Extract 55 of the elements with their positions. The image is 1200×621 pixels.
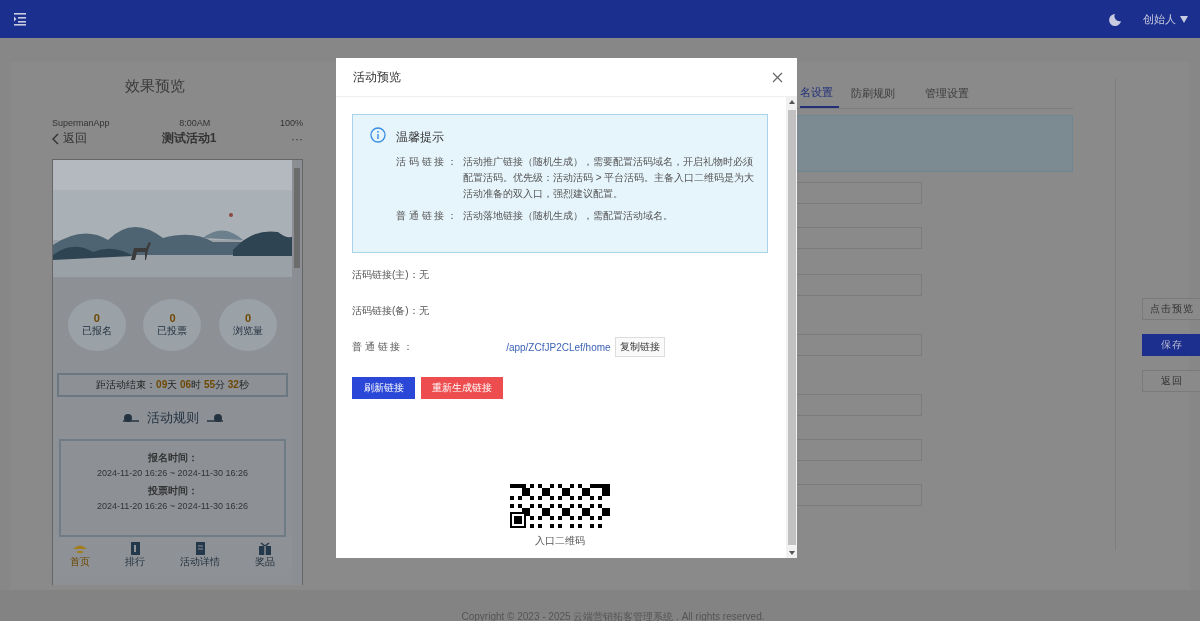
link-status: 活码链接(备)：无: [352, 304, 429, 318]
close-button[interactable]: [772, 71, 783, 83]
battery-label: 100%: [279, 118, 303, 128]
refresh-button[interactable]: 刷新链接: [352, 377, 415, 399]
stat-value: 0: [169, 312, 176, 324]
rule-heading: 投票时间：: [147, 484, 198, 498]
page-title: 测试活动1: [161, 130, 217, 147]
tab-item[interactable]: 排行: [125, 542, 146, 569]
settings-tab[interactable]: 防刷规则: [851, 82, 910, 108]
regenerate-button[interactable]: 重新生成链接: [421, 377, 503, 399]
notice-label: 活 码 链 接 ：: [396, 155, 459, 169]
carrier-label: SupermanApp: [52, 118, 110, 128]
user-name[interactable]: 创始人: [1143, 11, 1176, 27]
gift-icon: [256, 542, 273, 555]
tab-item[interactable]: 活动详情: [179, 542, 220, 569]
action-button[interactable]: 返回: [1142, 370, 1200, 392]
notice-text: 活动落地链接（随机生成），需配置活动域名。: [463, 209, 673, 223]
settings-tab[interactable]: 管理设置: [925, 82, 984, 108]
countdown-text: 距活动结束：09天 06时 55分 32秒: [96, 379, 249, 390]
menu-icon[interactable]: [14, 12, 26, 26]
link-status: 活码链接(主)：无: [352, 268, 429, 282]
close-icon: [772, 71, 783, 83]
link-label: 普 通 链 接 ：: [352, 340, 414, 354]
action-button[interactable]: 点击预览: [1142, 298, 1200, 320]
qr-caption: 入口二维码: [535, 534, 585, 548]
dialog-title: 活动预览: [353, 68, 401, 86]
link-url[interactable]: /app/ZCfJP2CLef/home: [506, 341, 611, 353]
info-icon: [370, 127, 386, 143]
status-time: 8:00AM: [179, 118, 211, 128]
back-link[interactable]: 返回: [52, 130, 87, 147]
notice-label: 普 通 链 接 ：: [396, 209, 459, 223]
tab-item[interactable]: 奖品: [254, 542, 275, 569]
scrollbar-thumb[interactable]: [787, 110, 796, 545]
settings-tab[interactable]: 名设置: [800, 82, 839, 108]
notice-text: 活动推广链接（随机生成），需要配置活码域名，开启礼物时必须配置活码。优先级：活动活码 > 平台活码。主备入口二维码是为大活动准备的双入口，强烈建议配置。: [463, 155, 756, 201]
save-button[interactable]: 保存: [1142, 334, 1200, 356]
rule-heading: 报名时间：: [147, 451, 198, 465]
tab-item[interactable]: 首页: [70, 542, 91, 569]
stat-label: 浏览量: [233, 324, 264, 338]
stat-value: 0: [245, 312, 252, 324]
caret-icon[interactable]: [1180, 15, 1188, 23]
chevron-icon: [52, 132, 59, 145]
notice-title: 温馨提示: [396, 129, 445, 146]
rule-value: 2024-11-20 16:26 ~ 2024-11-30 16:26: [96, 501, 248, 511]
more-button[interactable]: ···: [291, 131, 303, 146]
section-title: 活动规则: [146, 409, 199, 427]
stat-value: 0: [93, 312, 100, 324]
arrow-down-icon[interactable]: [788, 551, 795, 555]
panel-title: 效果预览: [125, 77, 185, 96]
stat-label: 已投票: [157, 324, 188, 338]
arrow-up-icon[interactable]: [788, 100, 795, 104]
rule-value: 2024-11-20 16:26 ~ 2024-11-30 16:26: [96, 468, 248, 478]
copy-button[interactable]: 复制链接: [614, 337, 665, 357]
moon-icon[interactable]: [1108, 12, 1121, 26]
stat-label: 已报名: [81, 324, 112, 338]
